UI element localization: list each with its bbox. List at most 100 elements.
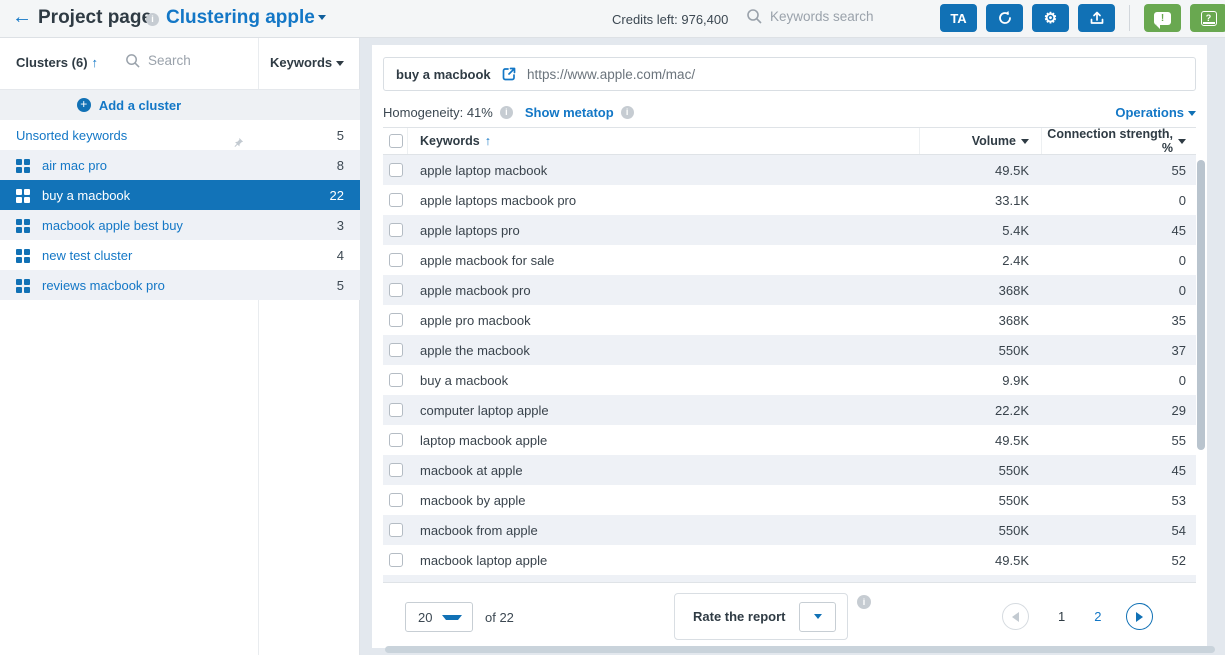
cluster-row[interactable]: buy a macbook22 bbox=[0, 180, 360, 210]
cluster-search-input[interactable] bbox=[148, 53, 243, 68]
volume-cell: 49.5K bbox=[920, 155, 1042, 185]
project-selector[interactable]: Clustering apple bbox=[166, 7, 326, 29]
chevron-down-icon bbox=[1021, 139, 1029, 144]
sync-button[interactable] bbox=[986, 4, 1023, 32]
cluster-name: buy a macbook bbox=[42, 188, 130, 203]
cluster-grid-icon bbox=[16, 279, 29, 292]
rate-report-box: Rate the report bbox=[674, 593, 848, 640]
keyword-cell: apple the macbook bbox=[420, 343, 530, 358]
strength-cell: 45 bbox=[1042, 463, 1196, 478]
row-checkbox[interactable] bbox=[389, 283, 403, 297]
toolbar-divider bbox=[1129, 5, 1130, 31]
meta-row: Homogeneity: 41% i Show metatop i Operat… bbox=[383, 99, 1196, 125]
row-checkbox[interactable] bbox=[389, 253, 403, 267]
keyword-cell: apple pro macbook bbox=[420, 313, 531, 328]
homogeneity-label: Homogeneity: 41% bbox=[383, 105, 493, 120]
rate-report-select[interactable] bbox=[799, 602, 836, 632]
next-page-button[interactable] bbox=[1126, 603, 1153, 630]
operations-menu[interactable]: Operations bbox=[1115, 105, 1196, 120]
cluster-row[interactable]: Unsorted keywords5 bbox=[0, 120, 360, 150]
select-all-checkbox[interactable] bbox=[389, 134, 403, 148]
export-icon bbox=[1089, 10, 1105, 26]
page-size-select[interactable]: 20 bbox=[405, 602, 473, 632]
row-checkbox[interactable] bbox=[389, 223, 403, 237]
volume-cell: 550K bbox=[920, 335, 1042, 365]
row-checkbox[interactable] bbox=[389, 313, 403, 327]
cluster-row[interactable]: macbook apple best buy3 bbox=[0, 210, 360, 240]
page-1[interactable]: 1 bbox=[1058, 609, 1065, 624]
cluster-row[interactable]: air mac pro8 bbox=[0, 150, 360, 180]
row-checkbox[interactable] bbox=[389, 343, 403, 357]
info-icon[interactable]: i bbox=[621, 106, 634, 119]
chevron-down-icon bbox=[1188, 111, 1196, 116]
info-icon[interactable]: i bbox=[146, 13, 159, 26]
row-checkbox[interactable] bbox=[389, 403, 403, 417]
strength-cell: 29 bbox=[1042, 403, 1196, 418]
volume-cell: 550K bbox=[920, 455, 1042, 485]
prev-page-button[interactable] bbox=[1002, 603, 1029, 630]
keyword-cell: apple laptops pro bbox=[420, 223, 520, 238]
strength-cell: 35 bbox=[1042, 313, 1196, 328]
keywords-search-input[interactable] bbox=[770, 9, 920, 24]
table-row: apple pro macbook368K35 bbox=[383, 305, 1196, 335]
keyword-cell: macbook laptop apple bbox=[420, 553, 547, 568]
row-checkbox[interactable] bbox=[389, 493, 403, 507]
info-icon[interactable]: i bbox=[500, 106, 513, 119]
sort-asc-icon: ↑ bbox=[92, 55, 99, 70]
cluster-count: 3 bbox=[258, 218, 360, 233]
table-row: apple the macbook 550K37 bbox=[383, 335, 1196, 365]
volume-sort-header[interactable]: Volume bbox=[920, 128, 1042, 154]
feedback-button[interactable]: ! bbox=[1144, 4, 1181, 32]
strength-sort-header[interactable]: Connection strength, % bbox=[1042, 127, 1196, 155]
chevron-down-icon bbox=[814, 614, 822, 619]
row-checkbox[interactable] bbox=[389, 463, 403, 477]
horizontal-scrollbar[interactable] bbox=[385, 646, 1215, 653]
vertical-scrollbar[interactable] bbox=[1197, 160, 1205, 450]
info-icon[interactable]: i bbox=[857, 595, 871, 609]
feedback-icon: ! bbox=[1154, 12, 1171, 25]
volume-cell: 49.5K bbox=[920, 545, 1042, 575]
row-checkbox[interactable] bbox=[389, 553, 403, 567]
row-checkbox[interactable] bbox=[389, 193, 403, 207]
volume-cell: 2.4K bbox=[920, 245, 1042, 275]
gear-icon: ⚙ bbox=[1044, 9, 1057, 27]
cluster-name: new test cluster bbox=[42, 248, 132, 263]
total-count: of 22 bbox=[485, 610, 514, 625]
row-checkbox[interactable] bbox=[389, 523, 403, 537]
show-metatop-link[interactable]: Show metatop bbox=[525, 105, 614, 120]
clusters-header[interactable]: Clusters (6)↑ bbox=[16, 55, 98, 70]
keyword-cell: apple laptop macbook bbox=[420, 163, 547, 178]
table-row: macbook from apple550K54 bbox=[383, 515, 1196, 545]
text-analyzer-button[interactable]: TA bbox=[940, 4, 977, 32]
cluster-row[interactable]: new test cluster4 bbox=[0, 240, 360, 270]
pin-icon bbox=[232, 137, 244, 149]
help-button[interactable]: ? bbox=[1190, 4, 1225, 32]
page-2[interactable]: 2 bbox=[1094, 609, 1101, 624]
row-checkbox[interactable] bbox=[389, 163, 403, 177]
strength-header-label: Connection strength, % bbox=[1042, 127, 1173, 155]
settings-button[interactable]: ⚙ bbox=[1032, 4, 1069, 32]
strength-cell: 37 bbox=[1042, 343, 1196, 358]
back-arrow-icon[interactable]: ← bbox=[12, 6, 32, 29]
row-checkbox[interactable] bbox=[389, 373, 403, 387]
keyword-cell: laptop macbook apple bbox=[420, 433, 547, 448]
add-cluster-label: Add a cluster bbox=[99, 98, 181, 113]
chevron-right-icon bbox=[1136, 612, 1143, 622]
cluster-grid-icon bbox=[16, 249, 29, 262]
keywords-column-header[interactable]: Keywords bbox=[270, 55, 344, 70]
cluster-count: 5 bbox=[258, 278, 360, 293]
export-button[interactable] bbox=[1078, 4, 1115, 32]
strength-cell: 55 bbox=[1042, 433, 1196, 448]
external-link-icon[interactable] bbox=[501, 66, 517, 82]
row-checkbox[interactable] bbox=[389, 433, 403, 447]
cluster-list: Unsorted keywords5air mac pro8buy a macb… bbox=[0, 120, 360, 300]
cluster-url[interactable]: https://www.apple.com/mac/ bbox=[527, 67, 695, 82]
sync-icon bbox=[997, 10, 1013, 26]
add-cluster-button[interactable]: + Add a cluster bbox=[0, 90, 360, 120]
keywords-sort-header[interactable]: Keywords↑ bbox=[408, 128, 920, 154]
plus-icon: + bbox=[77, 98, 91, 112]
chevron-down-icon bbox=[1178, 139, 1186, 144]
cluster-name: reviews macbook pro bbox=[42, 278, 165, 293]
cluster-grid-icon bbox=[16, 159, 29, 172]
cluster-row[interactable]: reviews macbook pro 5 bbox=[0, 270, 360, 300]
